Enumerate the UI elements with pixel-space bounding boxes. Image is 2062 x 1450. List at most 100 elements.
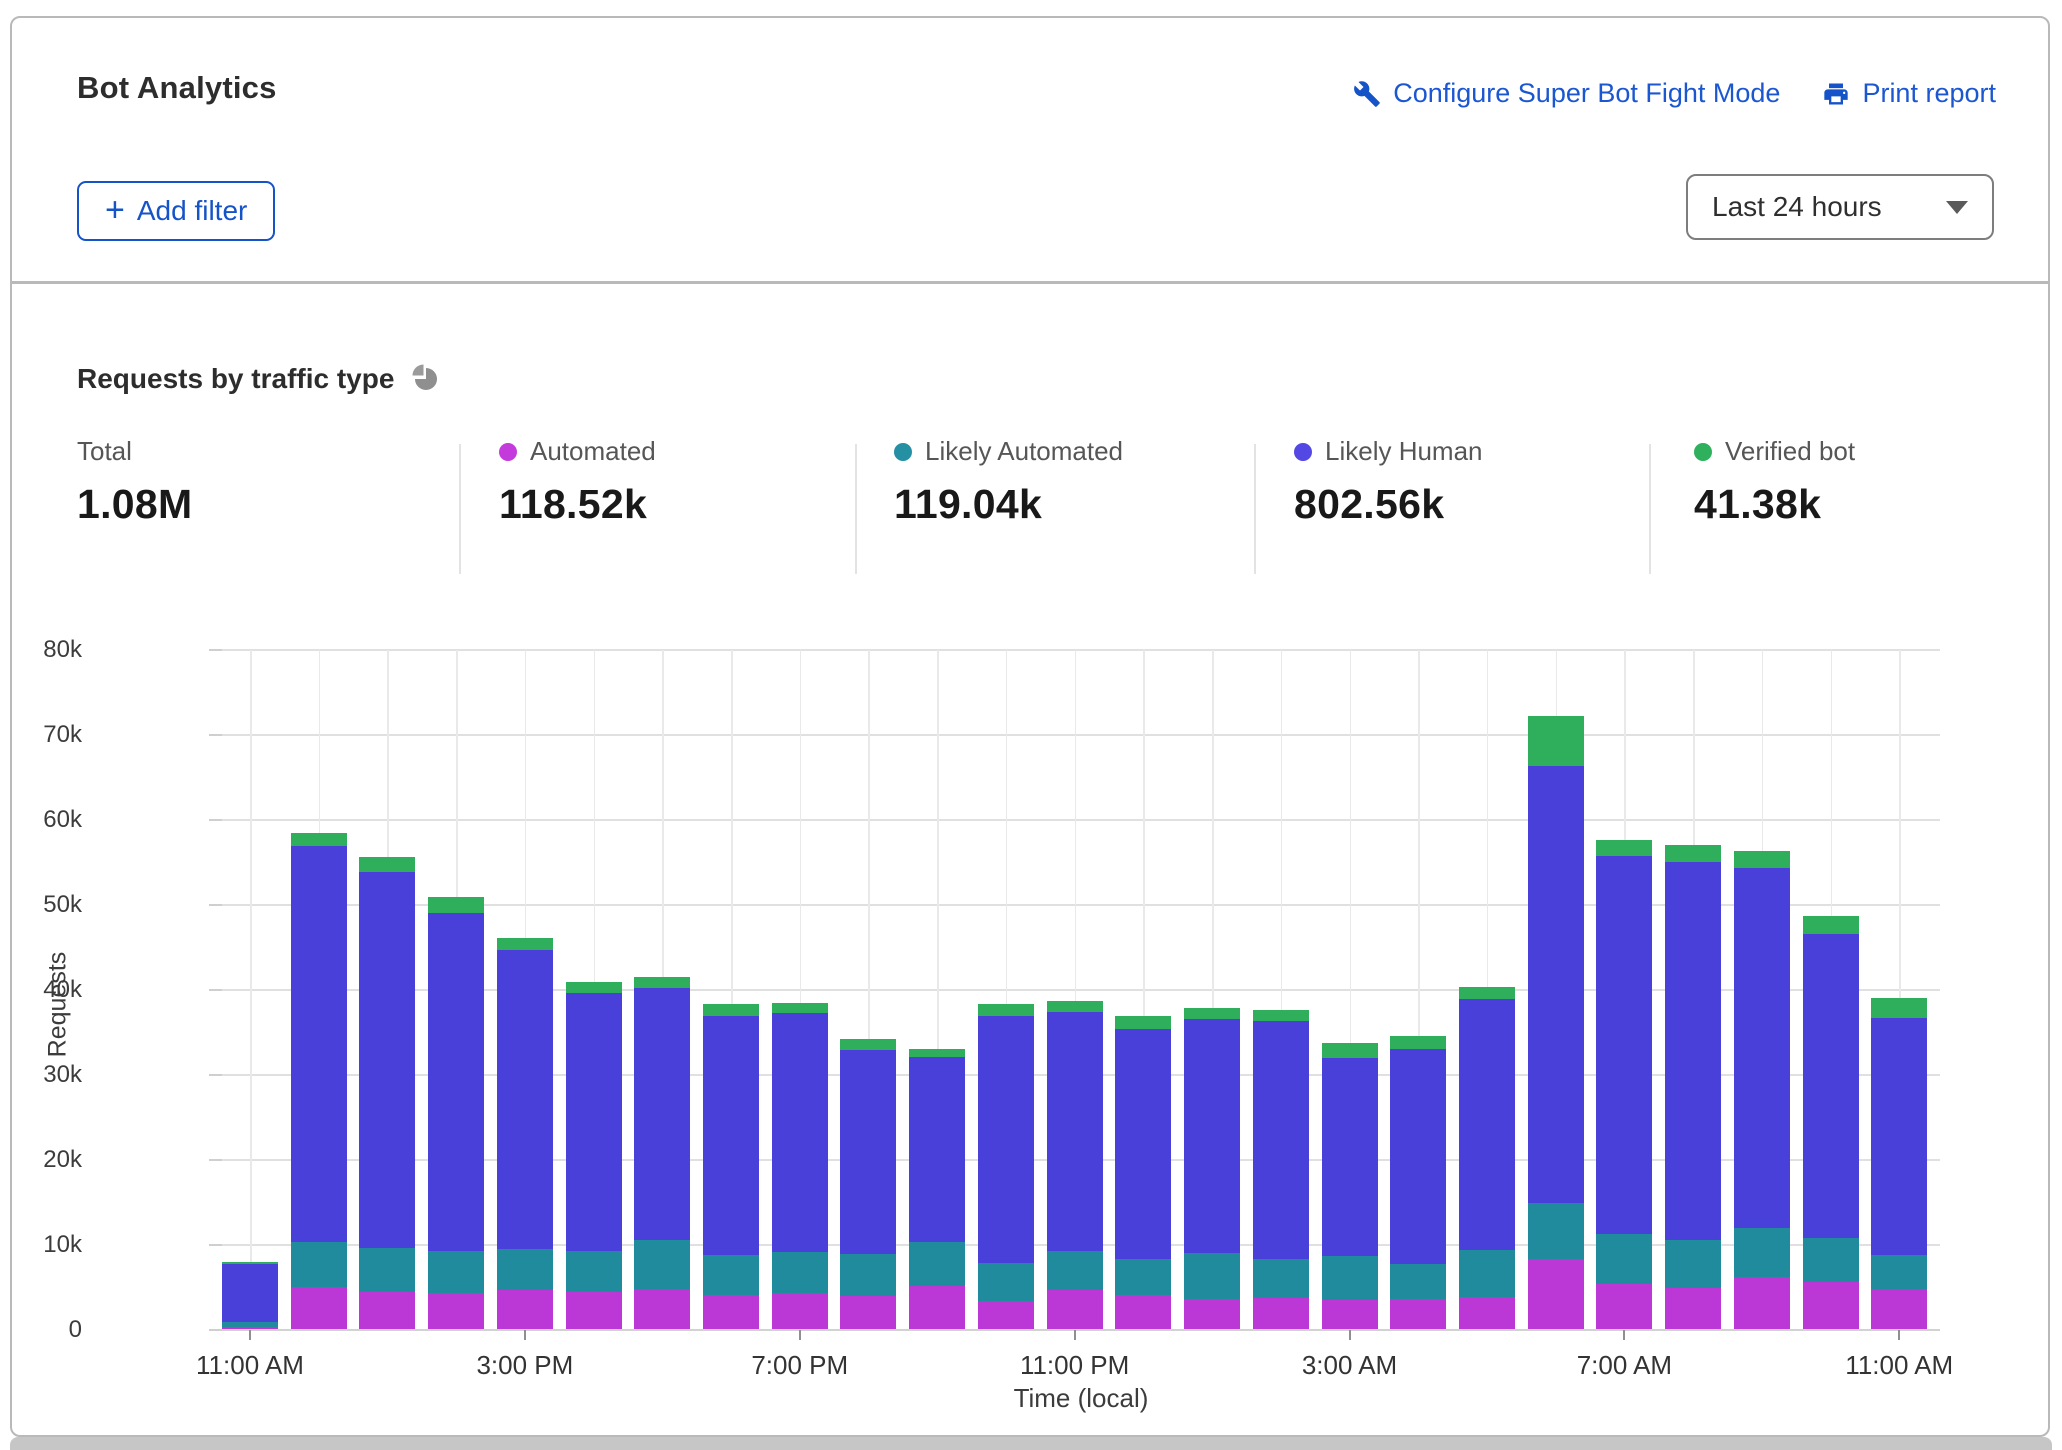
bar-segment-likely-human[interactable] xyxy=(1047,1012,1103,1251)
bar-segment-likely-automated[interactable] xyxy=(1115,1259,1171,1296)
bar-segment-automated[interactable] xyxy=(1596,1284,1652,1330)
bar-segment-automated[interactable] xyxy=(291,1287,347,1330)
bar-segment-likely-automated[interactable] xyxy=(222,1322,278,1326)
bar-segment-likely-human[interactable] xyxy=(566,993,622,1251)
bar-segment-automated[interactable] xyxy=(909,1286,965,1330)
bar-segment-verified-bot[interactable] xyxy=(497,938,553,950)
bar-segment-likely-human[interactable] xyxy=(428,913,484,1251)
bar-segment-automated[interactable] xyxy=(1253,1298,1309,1330)
bar-segment-automated[interactable] xyxy=(978,1301,1034,1330)
bar-segment-verified-bot[interactable] xyxy=(1528,716,1584,766)
bar-segment-likely-automated[interactable] xyxy=(1253,1259,1309,1297)
bar-segment-automated[interactable] xyxy=(1528,1259,1584,1330)
print-report-link[interactable]: Print report xyxy=(1822,78,1996,109)
bar-segment-automated[interactable] xyxy=(840,1296,896,1330)
bar-segment-verified-bot[interactable] xyxy=(840,1039,896,1049)
configure-super-bot-fight-mode-link[interactable]: Configure Super Bot Fight Mode xyxy=(1353,78,1780,109)
bar-segment-likely-automated[interactable] xyxy=(909,1242,965,1286)
bar-segment-automated[interactable] xyxy=(428,1293,484,1330)
bar-segment-automated[interactable] xyxy=(1665,1288,1721,1331)
bar-segment-verified-bot[interactable] xyxy=(909,1049,965,1058)
bar-segment-likely-human[interactable] xyxy=(359,872,415,1248)
bar-segment-verified-bot[interactable] xyxy=(1459,987,1515,999)
bar-segment-likely-human[interactable] xyxy=(1459,999,1515,1250)
bar-segment-likely-human[interactable] xyxy=(840,1050,896,1254)
bar-segment-likely-human[interactable] xyxy=(978,1016,1034,1263)
time-range-dropdown[interactable]: Last 24 hours xyxy=(1686,174,1994,240)
bar-segment-verified-bot[interactable] xyxy=(566,982,622,993)
bar-segment-verified-bot[interactable] xyxy=(1322,1043,1378,1058)
bar-segment-likely-automated[interactable] xyxy=(840,1254,896,1297)
bar-segment-verified-bot[interactable] xyxy=(1665,845,1721,862)
bar-segment-verified-bot[interactable] xyxy=(1253,1010,1309,1021)
bar-segment-automated[interactable] xyxy=(1390,1299,1446,1330)
bar-segment-likely-automated[interactable] xyxy=(1390,1264,1446,1299)
bar-segment-verified-bot[interactable] xyxy=(1184,1008,1240,1019)
bar-segment-automated[interactable] xyxy=(222,1327,278,1330)
bar-segment-automated[interactable] xyxy=(1459,1297,1515,1330)
bar-segment-verified-bot[interactable] xyxy=(1390,1036,1446,1049)
bar-segment-automated[interactable] xyxy=(703,1295,759,1330)
bar-segment-verified-bot[interactable] xyxy=(1596,840,1652,855)
bar-segment-likely-human[interactable] xyxy=(634,988,690,1240)
bar-segment-automated[interactable] xyxy=(1871,1289,1927,1330)
bar-segment-verified-bot[interactable] xyxy=(978,1004,1034,1015)
bar-segment-likely-automated[interactable] xyxy=(1871,1255,1927,1289)
bar-segment-verified-bot[interactable] xyxy=(772,1003,828,1013)
bar-segment-likely-human[interactable] xyxy=(1596,856,1652,1234)
bar-segment-likely-automated[interactable] xyxy=(1596,1234,1652,1284)
bar-segment-likely-human[interactable] xyxy=(703,1016,759,1255)
bar-segment-automated[interactable] xyxy=(772,1293,828,1330)
bar-segment-likely-automated[interactable] xyxy=(1665,1240,1721,1288)
bar-segment-likely-human[interactable] xyxy=(1803,934,1859,1238)
bar-segment-likely-automated[interactable] xyxy=(703,1255,759,1295)
bar-segment-automated[interactable] xyxy=(1184,1299,1240,1330)
bar-segment-likely-automated[interactable] xyxy=(1184,1253,1240,1300)
bar-segment-likely-human[interactable] xyxy=(1390,1049,1446,1264)
bar-segment-likely-automated[interactable] xyxy=(1528,1203,1584,1260)
bar-segment-verified-bot[interactable] xyxy=(359,857,415,871)
bar-segment-likely-human[interactable] xyxy=(497,950,553,1249)
bar-segment-likely-automated[interactable] xyxy=(772,1252,828,1293)
bar-segment-likely-human[interactable] xyxy=(1322,1058,1378,1256)
bar-segment-automated[interactable] xyxy=(359,1292,415,1330)
bar-segment-likely-automated[interactable] xyxy=(1322,1256,1378,1300)
bar-segment-verified-bot[interactable] xyxy=(703,1004,759,1016)
bar-segment-likely-automated[interactable] xyxy=(359,1248,415,1292)
bar-segment-likely-automated[interactable] xyxy=(634,1240,690,1289)
bar-segment-likely-human[interactable] xyxy=(772,1013,828,1252)
bar-segment-likely-human[interactable] xyxy=(1115,1029,1171,1259)
bar-segment-verified-bot[interactable] xyxy=(291,833,347,847)
bar-segment-verified-bot[interactable] xyxy=(428,897,484,913)
bar-segment-likely-human[interactable] xyxy=(222,1264,278,1323)
add-filter-button[interactable]: + Add filter xyxy=(77,181,275,241)
bar-segment-likely-human[interactable] xyxy=(291,846,347,1242)
bar-segment-likely-automated[interactable] xyxy=(1734,1228,1790,1277)
bar-segment-likely-automated[interactable] xyxy=(291,1242,347,1286)
bar-segment-automated[interactable] xyxy=(1734,1277,1790,1330)
bar-segment-likely-automated[interactable] xyxy=(978,1263,1034,1301)
bar-segment-likely-automated[interactable] xyxy=(566,1251,622,1292)
bar-segment-automated[interactable] xyxy=(634,1289,690,1330)
bar-segment-likely-human[interactable] xyxy=(909,1057,965,1241)
bar-segment-verified-bot[interactable] xyxy=(1734,851,1790,868)
bar-segment-likely-automated[interactable] xyxy=(497,1249,553,1290)
bar-segment-verified-bot[interactable] xyxy=(222,1262,278,1264)
bar-segment-likely-automated[interactable] xyxy=(1047,1251,1103,1290)
bar-segment-automated[interactable] xyxy=(1322,1300,1378,1330)
bar-segment-verified-bot[interactable] xyxy=(1115,1016,1171,1030)
bar-segment-automated[interactable] xyxy=(1803,1282,1859,1330)
bar-segment-likely-automated[interactable] xyxy=(428,1251,484,1293)
bar-segment-automated[interactable] xyxy=(1047,1290,1103,1330)
bar-segment-verified-bot[interactable] xyxy=(1803,916,1859,934)
bar-segment-likely-automated[interactable] xyxy=(1803,1238,1859,1282)
bar-segment-likely-human[interactable] xyxy=(1184,1019,1240,1253)
bar-segment-likely-human[interactable] xyxy=(1665,862,1721,1240)
bar-segment-likely-human[interactable] xyxy=(1871,1018,1927,1255)
bar-segment-automated[interactable] xyxy=(566,1292,622,1330)
bar-segment-likely-human[interactable] xyxy=(1528,766,1584,1202)
bar-segment-verified-bot[interactable] xyxy=(1047,1001,1103,1012)
bar-segment-automated[interactable] xyxy=(1115,1295,1171,1330)
bar-segment-likely-automated[interactable] xyxy=(1459,1250,1515,1297)
bar-segment-likely-human[interactable] xyxy=(1253,1021,1309,1260)
